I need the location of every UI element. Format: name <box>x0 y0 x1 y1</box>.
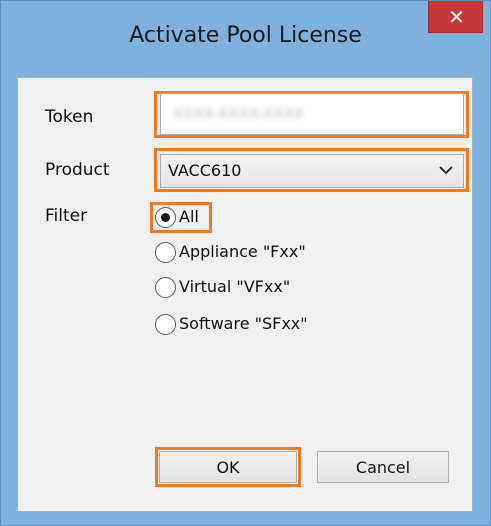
cancel-button[interactable]: Cancel <box>317 451 449 483</box>
radio-dot <box>161 213 170 222</box>
title-bar: Activate Pool License ✕ <box>1 1 490 77</box>
filter-label: Filter <box>45 206 88 226</box>
close-button[interactable]: ✕ <box>428 1 483 33</box>
token-label: Token <box>45 107 94 127</box>
chevron-down-icon <box>439 166 453 175</box>
filter-option-label: Appliance "Fxx" <box>179 242 306 261</box>
token-input[interactable]: XXXX-XXXX-XXXX <box>160 93 464 135</box>
radio-selected-icon[interactable] <box>155 207 176 228</box>
product-label: Product <box>45 160 110 180</box>
token-value: XXXX-XXXX-XXXX <box>173 105 305 123</box>
dialog-body: Token XXXX-XXXX-XXXX Product VACC610 Fil… <box>17 77 473 512</box>
product-dropdown[interactable]: VACC610 <box>160 154 464 188</box>
radio-empty-icon[interactable] <box>155 277 176 298</box>
close-icon: ✕ <box>448 5 465 29</box>
radio-empty-icon[interactable] <box>155 314 176 335</box>
filter-option-label: All <box>179 207 199 226</box>
product-value: VACC610 <box>168 161 242 180</box>
dialog-title: Activate Pool License <box>129 23 362 48</box>
ok-button[interactable]: OK <box>159 451 297 483</box>
filter-option-label: Software "SFxx" <box>179 314 308 333</box>
activate-pool-license-dialog: Activate Pool License ✕ Token XXXX-XXXX-… <box>0 0 491 526</box>
filter-option-label: Virtual "VFxx" <box>179 277 291 296</box>
radio-empty-icon[interactable] <box>155 242 176 263</box>
